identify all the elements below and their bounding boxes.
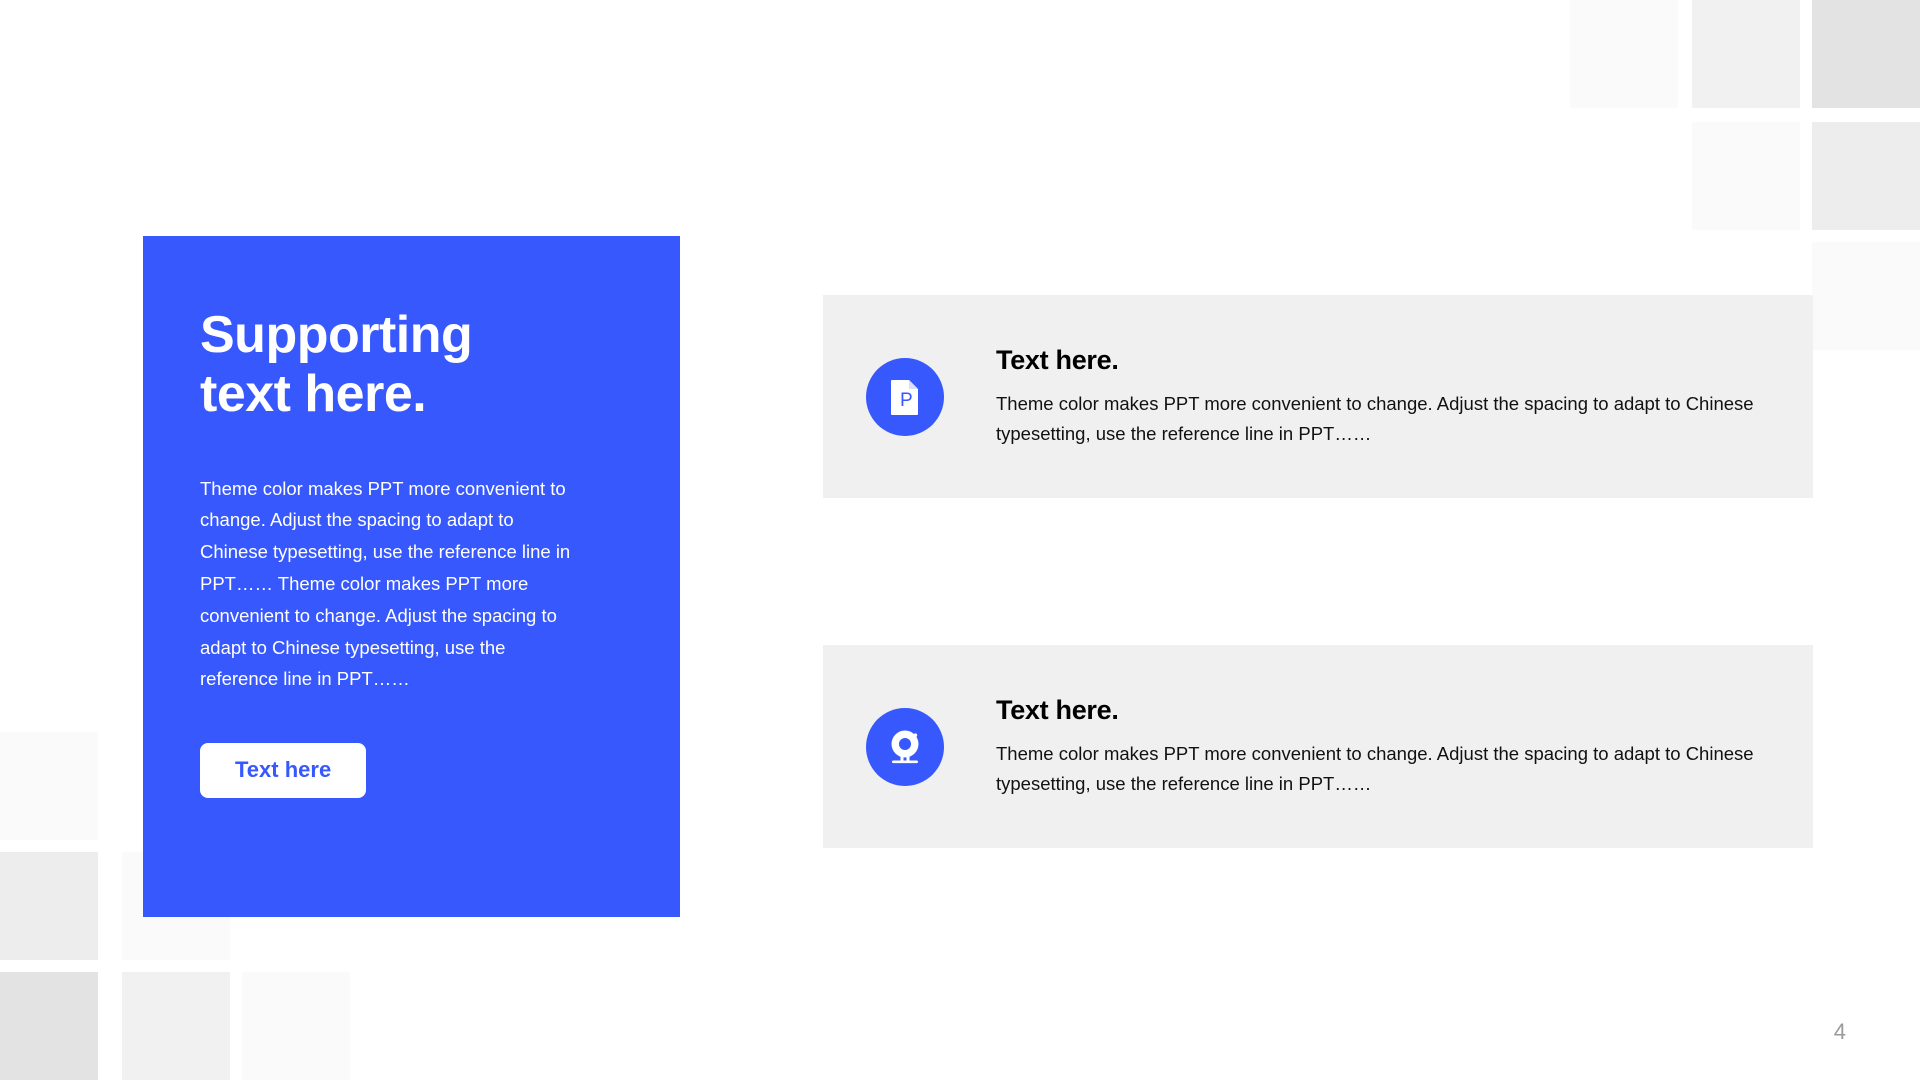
decor-square bbox=[1812, 122, 1920, 230]
info-card-text: Text here. Theme color makes PPT more co… bbox=[996, 345, 1813, 449]
text-here-button[interactable]: Text here bbox=[200, 743, 367, 799]
decor-square bbox=[0, 852, 98, 960]
feature-panel: Supporting text here. Theme color makes … bbox=[143, 236, 680, 917]
info-card-text: Text here. Theme color makes PPT more co… bbox=[996, 695, 1813, 799]
decor-square bbox=[0, 972, 98, 1080]
decor-square bbox=[0, 732, 98, 840]
slide-canvas: Supporting text here. Theme color makes … bbox=[0, 0, 1920, 1080]
webcam-icon bbox=[866, 707, 944, 786]
feature-panel-body: Theme color makes PPT more convenient to… bbox=[200, 477, 571, 690]
page-number: 4 bbox=[1833, 1019, 1846, 1044]
decor-square bbox=[242, 972, 350, 1080]
info-card[interactable]: P Text here. Theme color makes PPT more … bbox=[823, 295, 1813, 498]
svg-text:P: P bbox=[900, 390, 913, 411]
decor-square bbox=[1570, 0, 1678, 108]
info-card-description: Theme color makes PPT more convenient to… bbox=[996, 742, 1754, 794]
powerpoint-file-icon: P bbox=[866, 357, 944, 436]
decor-square bbox=[1692, 122, 1800, 230]
feature-panel-content: Supporting text here. Theme color makes … bbox=[200, 306, 600, 799]
decor-square bbox=[122, 972, 230, 1080]
info-card-title: Text here. bbox=[996, 694, 1119, 725]
decor-square bbox=[1692, 0, 1800, 108]
info-card-description: Theme color makes PPT more convenient to… bbox=[996, 392, 1754, 444]
info-card[interactable]: Text here. Theme color makes PPT more co… bbox=[823, 645, 1813, 848]
info-card-title: Text here. bbox=[996, 344, 1119, 375]
page-title: Supporting text here. bbox=[200, 306, 473, 423]
decor-square bbox=[1812, 242, 1920, 350]
decor-square bbox=[1812, 0, 1920, 108]
